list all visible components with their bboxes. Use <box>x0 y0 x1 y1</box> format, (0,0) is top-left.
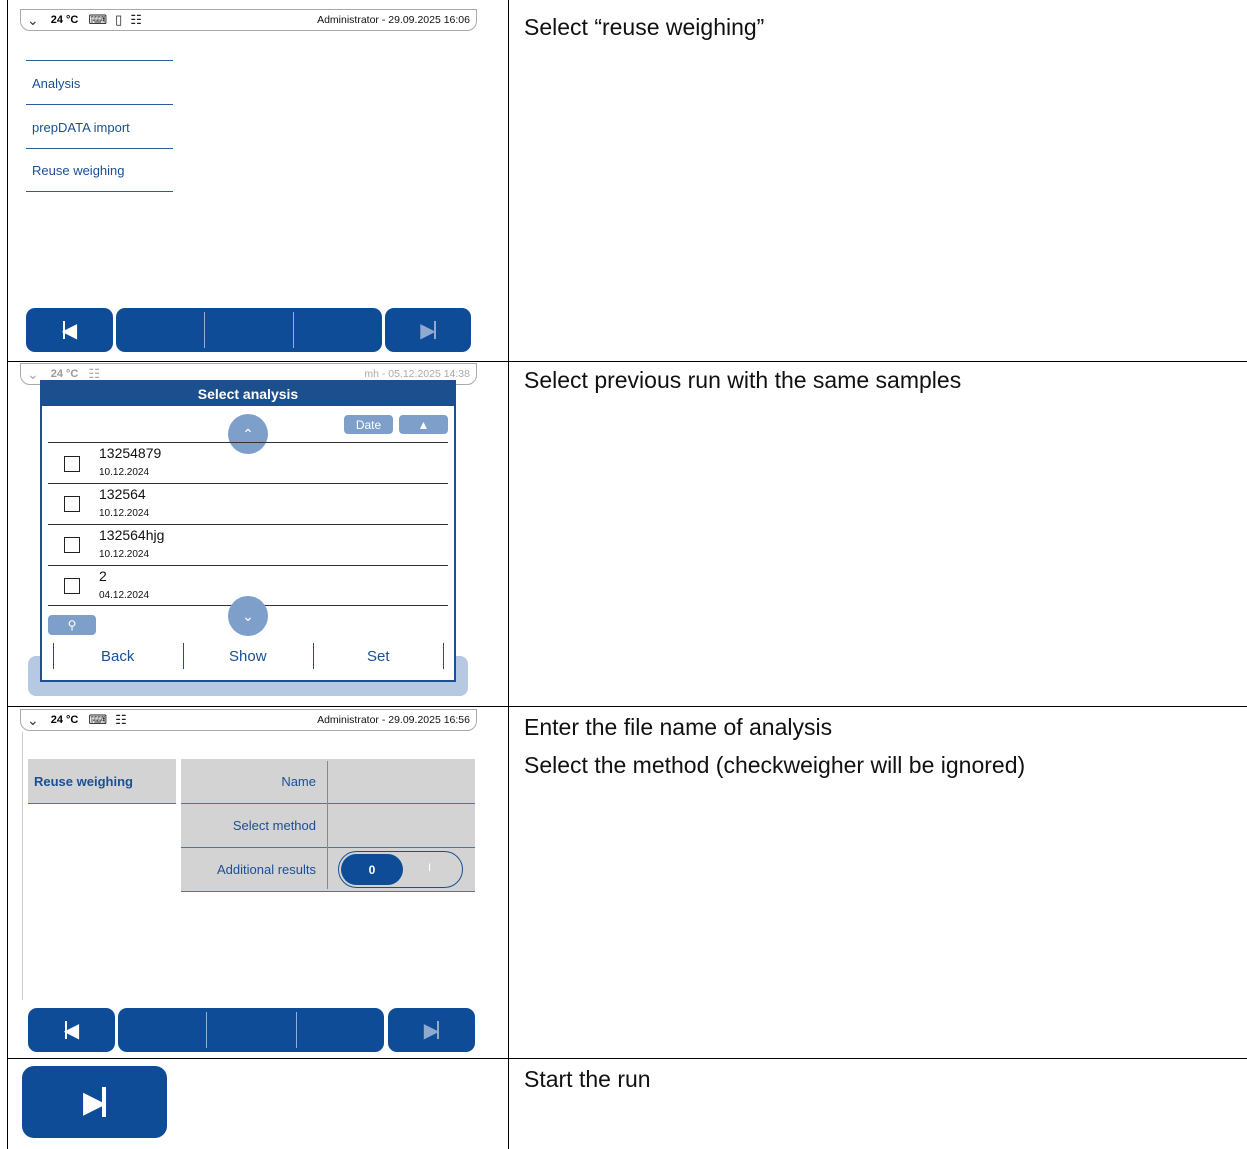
row-checkbox[interactable] <box>64 578 80 594</box>
analysis-date: 04.12.2024 <box>99 590 150 601</box>
name-field[interactable] <box>329 760 474 802</box>
step-4-instruction: Start the run <box>524 1066 651 1092</box>
row-checkbox[interactable] <box>64 496 80 512</box>
network-icon: ☷ <box>115 712 127 727</box>
row-checkbox[interactable] <box>64 537 80 553</box>
nav-middle-bar <box>118 1008 384 1052</box>
step-2-instruction: Select previous run with the same sample… <box>524 367 962 393</box>
nav-separator <box>206 1012 207 1048</box>
search-icon: ⚲ <box>67 618 77 632</box>
first-nav-icon-bar <box>65 1021 67 1039</box>
select-method-field[interactable] <box>329 804 474 846</box>
select-method-label: Select method <box>232 818 316 833</box>
step-3-instruction-line-1: Enter the file name of analysis <box>524 714 833 740</box>
analysis-date: 10.12.2024 <box>99 549 150 560</box>
table-border-left <box>7 0 8 1149</box>
section-title: Reuse weighing <box>34 774 133 789</box>
name-label: Name <box>281 774 316 789</box>
temperature-readout: 24 °C <box>50 714 79 726</box>
menu-divider <box>26 104 173 105</box>
user-datetime: Administrator - 29.09.2025 16:06 <box>317 14 470 26</box>
label-column-divider <box>327 761 328 889</box>
list-divider <box>48 442 448 443</box>
status-bar: ⌄ 24 °C ⌨ ☷ Administrator - 29.09.2025 1… <box>20 709 477 731</box>
show-button[interactable]: Show <box>229 648 267 665</box>
analysis-date: 10.12.2024 <box>99 467 150 478</box>
section-underline <box>28 803 176 804</box>
table-row-divider <box>7 706 1247 707</box>
list-divider <box>48 483 448 484</box>
menu-item-analysis[interactable]: Analysis <box>32 76 80 91</box>
chevron-down-icon[interactable]: ⌄ <box>27 12 39 29</box>
dialog-title: Select analysis <box>42 382 454 406</box>
keyboard-icon: ⌨ <box>88 712 108 727</box>
set-button[interactable]: Set <box>367 648 390 665</box>
nav-separator <box>204 312 205 348</box>
user-datetime: Administrator - 29.09.2025 16:56 <box>317 714 470 726</box>
sort-date-button[interactable]: Date <box>344 415 393 434</box>
temperature-readout: 24 °C <box>50 368 79 380</box>
analysis-name[interactable]: 2 <box>99 568 107 584</box>
nav-middle-bar <box>116 308 382 352</box>
start-run-button[interactable]: ▶︎ <box>22 1066 167 1138</box>
scroll-up-button[interactable]: ⌃ <box>228 414 268 454</box>
step-3-instruction-line-2: Select the method (checkweigher will be … <box>524 752 1026 778</box>
back-button[interactable]: Back <box>101 648 134 665</box>
chevron-up-icon: ⌃ <box>242 425 254 442</box>
start-run-icon-bar <box>102 1087 106 1117</box>
toggle-value: 0 <box>341 854 403 885</box>
analysis-name[interactable]: 132564hjg <box>99 527 164 543</box>
table-row-divider <box>7 361 1247 362</box>
additional-results-label: Additional results <box>217 862 316 877</box>
table-column-divider <box>508 0 509 1149</box>
chevron-down-icon: ⌄ <box>242 607 254 624</box>
nav-separator <box>296 1012 297 1048</box>
menu-item-prepdata-import[interactable]: prepDATA import <box>32 120 130 135</box>
chevron-down-icon[interactable]: ⌄ <box>27 712 39 729</box>
sort-direction-button[interactable]: ▲ <box>399 415 448 434</box>
last-nav-icon-bar <box>434 321 436 339</box>
menu-divider <box>26 191 173 192</box>
menu-item-reuse-weighing[interactable]: Reuse weighing <box>32 163 125 178</box>
nav-last-button[interactable]: ▶︎ <box>385 308 471 352</box>
table-row-divider <box>7 1058 1247 1059</box>
usb-icon: ▯ <box>115 12 123 27</box>
analysis-name[interactable]: 132564 <box>99 486 146 502</box>
action-separator <box>443 643 444 669</box>
left-panel-border <box>22 732 23 1000</box>
triangle-up-icon: ▲ <box>417 417 430 432</box>
search-button[interactable]: ⚲ <box>48 615 96 635</box>
menu-divider <box>26 60 173 61</box>
network-icon: ☷ <box>130 12 142 27</box>
nav-separator <box>293 312 294 348</box>
status-bar: ⌄ 24 °C ⌨ ▯ ☷ Administrator - 29.09.2025… <box>20 9 477 31</box>
list-divider <box>48 524 448 525</box>
menu-divider <box>26 148 173 149</box>
step-1-instruction: Select “reuse weighing” <box>524 14 765 40</box>
temperature-readout: 24 °C <box>50 14 79 26</box>
row-checkbox[interactable] <box>64 456 80 472</box>
action-separator <box>53 643 54 669</box>
toggle-alt-label: I <box>428 862 432 874</box>
list-divider <box>48 565 448 566</box>
keyboard-icon: ⌨ <box>88 12 108 27</box>
first-nav-icon-bar <box>63 321 65 339</box>
scroll-down-button[interactable]: ⌄ <box>228 596 268 636</box>
nav-last-button[interactable]: ▶︎ <box>388 1008 475 1052</box>
user-datetime: mh - 05.12.2025 14:38 <box>364 368 470 380</box>
action-separator <box>183 643 184 669</box>
analysis-name[interactable]: 13254879 <box>99 445 161 461</box>
action-separator <box>313 643 314 669</box>
additional-results-toggle[interactable]: 0 I <box>338 851 463 888</box>
last-nav-icon-bar <box>437 1021 439 1039</box>
nav-first-button[interactable]: ◀︎ <box>28 1008 115 1052</box>
analysis-date: 10.12.2024 <box>99 508 150 519</box>
form-row-divider <box>181 891 475 892</box>
nav-first-button[interactable]: ◀︎ <box>26 308 113 352</box>
form-row-divider <box>181 847 475 848</box>
